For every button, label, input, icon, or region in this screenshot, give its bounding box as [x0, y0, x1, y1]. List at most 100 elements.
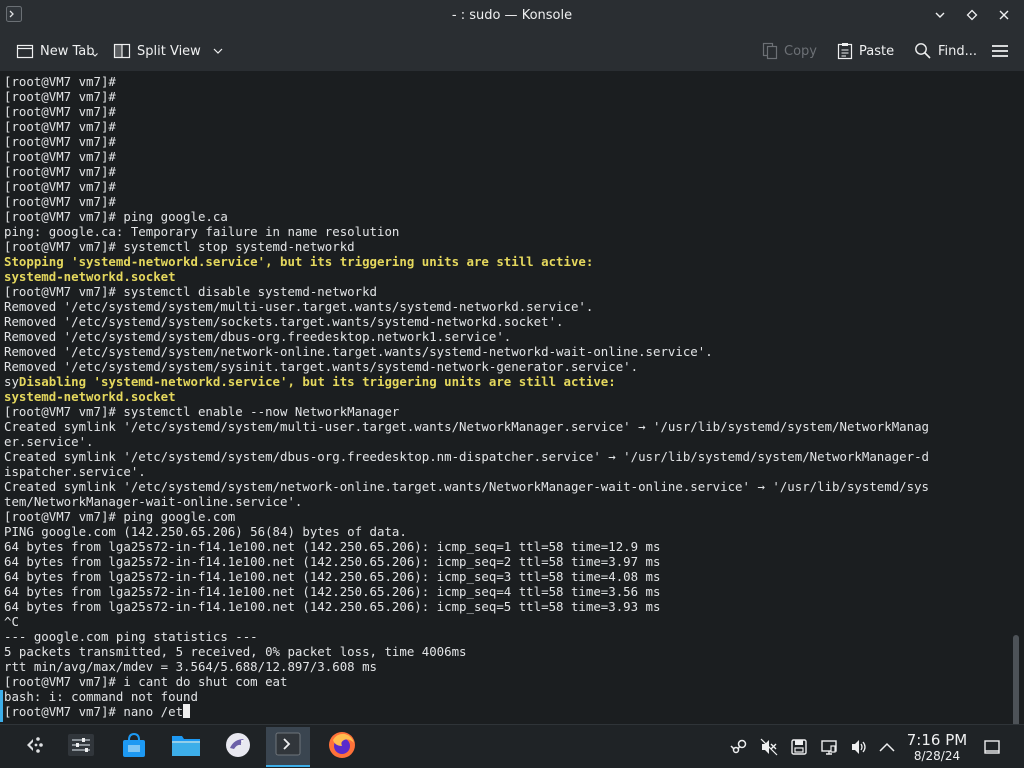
terminal-output: [root@VM7 vm7]# [root@VM7 vm7]# [root@VM7 …: [4, 74, 1004, 719]
terminal-line: Removed '/etc/systemd/system/network-onl…: [4, 344, 1004, 359]
terminal-line: [root@VM7 vm7]#: [4, 104, 1004, 119]
steam-icon[interactable]: [729, 737, 749, 757]
terminal-line-text: Created symlink '/etc/systemd/system/dbu…: [4, 449, 930, 464]
terminal-line: --- google.com ping statistics ---: [4, 629, 1004, 644]
terminal-line: Created symlink '/etc/systemd/system/dbu…: [4, 449, 1004, 464]
split-view-label: Split View: [137, 43, 201, 59]
taskbar-app-firefox[interactable]: [320, 727, 364, 767]
split-view-button[interactable]: Split View: [113, 40, 223, 62]
minimize-button[interactable]: [930, 5, 950, 25]
terminal-line-text: PING google.com (142.250.65.206) 56(84) …: [4, 524, 407, 539]
terminal-line: systemd-networkd.socket: [4, 389, 1004, 404]
terminal-line-text: ^C: [4, 614, 19, 629]
text-cursor: [183, 704, 191, 718]
audio-muted-icon[interactable]: [759, 737, 779, 757]
find-button[interactable]: Find...: [914, 40, 977, 62]
terminal-focus-marker: [0, 690, 3, 722]
terminal-line: 64 bytes from lga25s72-in-f14.1e100.net …: [4, 599, 1004, 614]
hamburger-menu-icon: [991, 43, 1009, 59]
paste-icon: [837, 42, 853, 60]
terminal-line: bash: i: command not found: [4, 689, 1004, 704]
terminal-line: Created symlink '/etc/systemd/system/mul…: [4, 419, 1004, 434]
terminal-line-text: [root@VM7 vm7]# systemctl stop systemd-n…: [4, 239, 355, 254]
terminal-line-text: [root@VM7 vm7]#: [4, 74, 116, 89]
expand-tray-icon[interactable]: [877, 737, 897, 757]
terminal-line: Removed '/etc/systemd/system/sysinit.tar…: [4, 359, 1004, 374]
digital-clock[interactable]: 7:16 PM 8/28/24: [896, 731, 978, 763]
terminal-line: ^C: [4, 614, 1004, 629]
new-tab-dropdown-icon: [92, 53, 98, 57]
terminal-line-text: systemd-networkd.socket: [4, 389, 176, 404]
terminal-line-text: Removed '/etc/systemd/system/sockets.tar…: [4, 314, 564, 329]
terminal-line: [root@VM7 vm7]#: [4, 74, 1004, 89]
terminal-line-text: [root@VM7 vm7]#: [4, 89, 116, 104]
terminal-line-text: Created symlink '/etc/systemd/system/net…: [4, 479, 930, 494]
find-label: Find...: [938, 43, 978, 59]
terminal-view[interactable]: [root@VM7 vm7]# [root@VM7 vm7]# [root@VM7 …: [0, 73, 1024, 724]
terminal-line-text: [root@VM7 vm7]# systemctl enable --now N…: [4, 404, 400, 419]
terminal-line-text: 5 packets transmitted, 5 received, 0% pa…: [4, 644, 467, 659]
terminal-line: Removed '/etc/systemd/system/sockets.tar…: [4, 314, 1004, 329]
konsole-window-icon[interactable]: [6, 6, 22, 22]
terminal-line: Created symlink '/etc/systemd/system/net…: [4, 479, 1004, 494]
show-desktop-icon[interactable]: [982, 737, 1002, 757]
terminal-line-text: [root@VM7 vm7]#: [4, 104, 116, 119]
application-launcher-button[interactable]: [12, 727, 56, 767]
terminal-line: PING google.com (142.250.65.206) 56(84) …: [4, 524, 1004, 539]
close-button[interactable]: [994, 5, 1014, 25]
new-tab-label: New Tab: [40, 43, 95, 59]
terminal-line: Removed '/etc/systemd/system/multi-user.…: [4, 299, 1004, 314]
terminal-line: [root@VM7 vm7]#: [4, 179, 1004, 194]
terminal-line-text: [root@VM7 vm7]#: [4, 119, 116, 134]
paste-button[interactable]: Paste: [837, 40, 894, 62]
terminal-line-text: [root@VM7 vm7]#: [4, 149, 116, 164]
terminal-line: er.service'.: [4, 434, 1004, 449]
terminal-line: Stopping 'systemd-networkd.service', but…: [4, 254, 1004, 269]
terminal-line-text: --- google.com ping statistics ---: [4, 629, 258, 644]
terminal-line-text: [root@VM7 vm7]# systemctl disable system…: [4, 284, 377, 299]
window-titlebar: - : sudo — Konsole: [0, 0, 1024, 30]
storage-icon[interactable]: [789, 737, 809, 757]
terminal-line: 5 packets transmitted, 5 received, 0% pa…: [4, 644, 1004, 659]
taskbar-app-settings[interactable]: [59, 727, 103, 767]
folder-icon: [171, 732, 201, 762]
terminal-line: [root@VM7 vm7]# systemctl enable --now N…: [4, 404, 1004, 419]
clipboard-icon[interactable]: [819, 737, 839, 757]
terminal-line: syDisabling 'systemd-networkd.service', …: [4, 374, 1004, 389]
terminal-line: tem/NetworkManager-wait-online.service'.: [4, 494, 1004, 509]
new-tab-button[interactable]: New Tab: [16, 40, 98, 62]
terminal-line: ispatcher.service'.: [4, 464, 1004, 479]
terminal-line: [root@VM7 vm7]#: [4, 194, 1004, 209]
terminal-line-text: [root@VM7 vm7]# i cant do shut com eat: [4, 674, 288, 689]
terminal-line: rtt min/avg/max/mdev = 3.564/5.688/12.89…: [4, 659, 1004, 674]
terminal-line-text: 64 bytes from lga25s72-in-f14.1e100.net …: [4, 539, 661, 554]
terminal-line-text: 64 bytes from lga25s72-in-f14.1e100.net …: [4, 569, 661, 584]
terminal-line-text: [root@VM7 vm7]#: [4, 164, 116, 179]
terminal-line-text: [root@VM7 vm7]#: [4, 134, 116, 149]
konsole-toolbar: New Tab Split View Copy Paste Find...: [0, 30, 1024, 72]
taskbar-app-kdeconnect[interactable]: [216, 727, 260, 767]
search-icon: [914, 42, 932, 60]
copy-label: Copy: [784, 43, 817, 59]
window-title: - : sudo — Konsole: [451, 7, 573, 23]
clock-time: 7:16 PM: [906, 731, 968, 749]
terminal-scrollbar[interactable]: [1013, 635, 1019, 724]
clock-date: 8/28/24: [913, 749, 961, 763]
terminal-line: systemd-networkd.socket: [4, 269, 1004, 284]
terminal-line: ping: google.ca: Temporary failure in na…: [4, 224, 1004, 239]
taskbar-app-dolphin[interactable]: [164, 727, 208, 767]
hamburger-menu-button[interactable]: [991, 40, 1009, 62]
taskbar-app-konsole[interactable]: [266, 727, 310, 767]
taskbar-app-discover[interactable]: [112, 727, 156, 767]
terminal-line-text: [root@VM7 vm7]# ping google.com: [4, 509, 236, 524]
terminal-line: [root@VM7 vm7]# ping google.com: [4, 509, 1004, 524]
terminal-line-text: 64 bytes from lga25s72-in-f14.1e100.net …: [4, 554, 661, 569]
terminal-line-prefix: sy: [4, 374, 19, 389]
terminal-line-text: [root@VM7 vm7]#: [4, 179, 116, 194]
volume-icon[interactable]: [849, 737, 869, 757]
maximize-button[interactable]: [962, 5, 982, 25]
copy-button[interactable]: Copy: [762, 40, 817, 62]
split-view-chevron-down-icon: [213, 48, 223, 54]
terminal-line-text: tem/NetworkManager-wait-online.service'.: [4, 494, 303, 509]
terminal-line: [root@VM7 vm7]#: [4, 119, 1004, 134]
